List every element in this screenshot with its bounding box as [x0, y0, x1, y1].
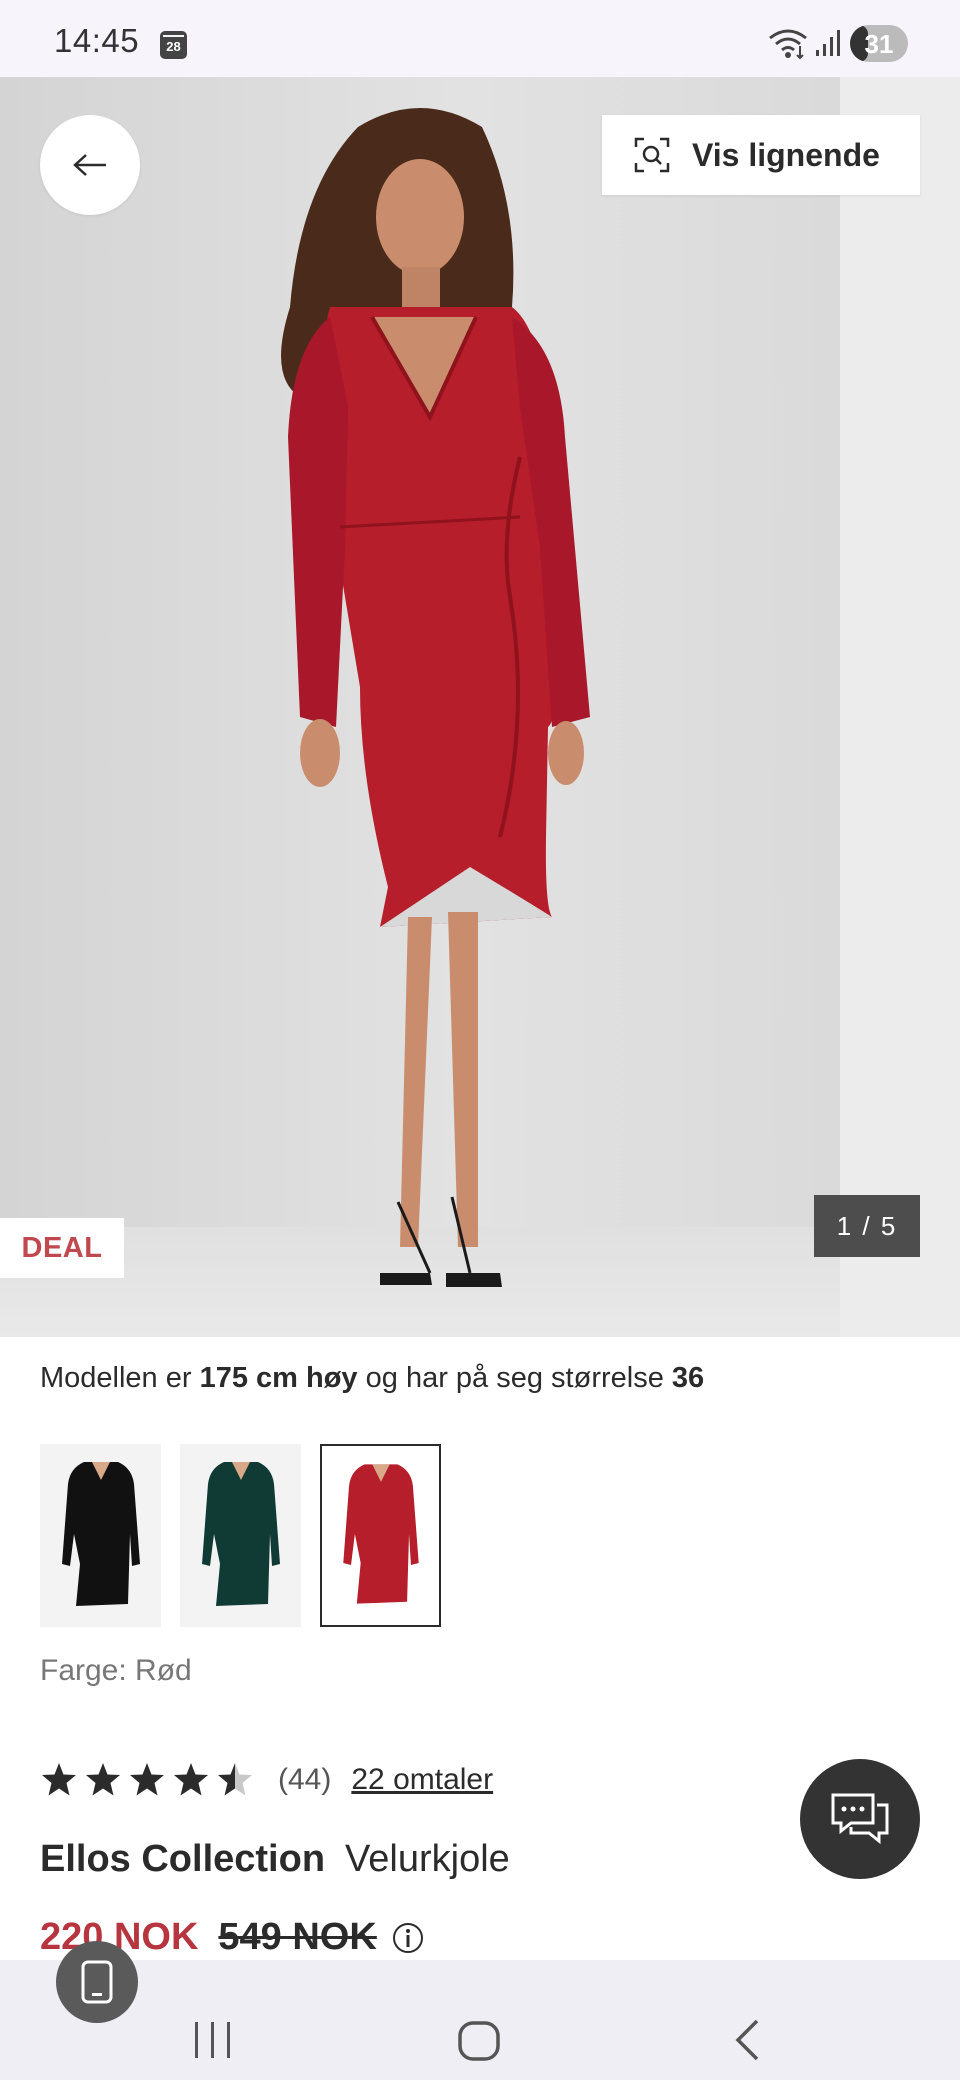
star-icon: [130, 1763, 164, 1796]
home-icon[interactable]: [457, 2020, 501, 2062]
star-icon: [42, 1763, 76, 1796]
wifi-icon: [769, 29, 807, 60]
rating-stars: [40, 1761, 260, 1799]
image-counter: 1 / 5: [814, 1195, 920, 1257]
swatch-red[interactable]: [320, 1444, 441, 1627]
product-image: [0, 77, 840, 1337]
battery-indicator: 31: [850, 25, 908, 62]
dress-thumbnail: [62, 1462, 140, 1606]
color-label: Farge: Rød: [40, 1654, 192, 1687]
show-similar-label: Vis lignende: [692, 136, 880, 173]
dress-thumbnail: [202, 1462, 280, 1606]
battery-level: 31: [864, 29, 894, 59]
system-nav-bar: [0, 1960, 960, 2080]
model-height: 175 cm høy: [199, 1362, 358, 1394]
model-info: Modellen er 175 cm høy og har på seg stø…: [40, 1362, 704, 1395]
deal-badge: DEAL: [0, 1218, 124, 1278]
color-swatches: [40, 1444, 460, 1627]
status-bar: 14:45 28 31: [0, 0, 960, 77]
phone-icon: [81, 1960, 113, 2004]
chat-button[interactable]: [800, 1759, 920, 1879]
next-image-peek[interactable]: [840, 77, 960, 1337]
floating-phone-button[interactable]: [56, 1941, 138, 2023]
chat-icon: [831, 1793, 889, 1845]
rating-count: (44): [278, 1763, 332, 1796]
show-similar-button[interactable]: Vis lignende: [602, 115, 920, 195]
info-icon[interactable]: [391, 1921, 425, 1955]
reviews-link[interactable]: 22 omtaler: [351, 1763, 493, 1797]
visual-search-icon: [634, 137, 670, 173]
brand-name[interactable]: Ellos Collection: [40, 1838, 325, 1880]
recents-icon[interactable]: [193, 2020, 233, 2060]
model-info-middle: og har på seg størrelse: [357, 1362, 672, 1394]
dress-thumbnail: [343, 1464, 419, 1604]
back-nav-icon[interactable]: [733, 2018, 761, 2062]
model-illustration: [281, 108, 590, 1287]
model-info-prefix: Modellen er: [40, 1362, 200, 1394]
back-button[interactable]: [40, 115, 140, 215]
product-image-carousel[interactable]: Vis lignende DEAL 1 / 5: [0, 77, 960, 1337]
star-icon: [218, 1763, 252, 1796]
signal-icon: [816, 30, 840, 56]
swatch-dark-green[interactable]: [180, 1444, 301, 1627]
status-time: 14:45: [54, 22, 140, 59]
rating-row: (44) 22 omtaler: [40, 1758, 493, 1802]
product-title: Ellos Collection Velurkjole: [40, 1838, 510, 1881]
product-name: Velurkjole: [345, 1838, 510, 1880]
star-icon: [86, 1763, 120, 1796]
arrow-left-icon: [73, 154, 106, 176]
calendar-icon: 28: [160, 31, 187, 59]
star-icon: [174, 1763, 208, 1796]
swatch-black[interactable]: [40, 1444, 161, 1627]
price-old: 549 NOK: [218, 1916, 377, 1958]
model-size: 36: [671, 1362, 705, 1394]
